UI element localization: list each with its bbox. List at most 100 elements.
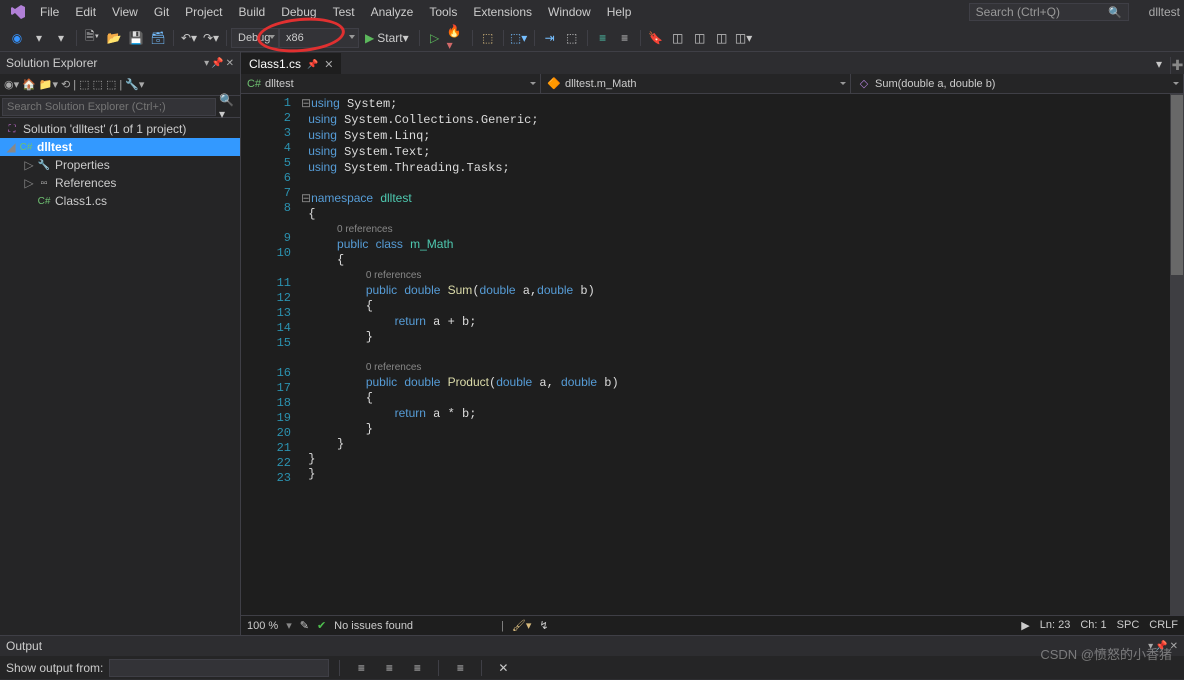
nav-class[interactable]: 🔶dlltest.m_Math <box>541 74 851 93</box>
quick-search[interactable]: Search (Ctrl+Q)🔍 <box>969 3 1129 21</box>
pin-icon[interactable]: 📌 <box>307 59 318 70</box>
bm5-icon[interactable]: ◫▾ <box>734 28 754 48</box>
se-pin-icon[interactable]: 📌 <box>211 58 223 69</box>
save-icon[interactable]: 💾 <box>126 28 146 48</box>
se-wrench-icon[interactable]: 🔧▾ <box>125 78 144 91</box>
platform-combo[interactable]: x86 <box>279 28 359 48</box>
vertical-scrollbar[interactable] <box>1170 94 1184 615</box>
forward-caret[interactable]: ▾ <box>29 28 49 48</box>
op-clear-icon[interactable]: ✕ <box>493 658 513 678</box>
cs-file-icon: C# <box>36 194 52 208</box>
tree-properties[interactable]: ▷🔧Properties <box>0 156 240 174</box>
op-icon1[interactable]: ≡ <box>351 658 371 678</box>
step2-icon[interactable]: ⬚ <box>562 28 582 48</box>
status-spc[interactable]: SPC <box>1117 619 1140 632</box>
indent-icon[interactable]: ≡ <box>593 28 613 48</box>
menu-tools[interactable]: Tools <box>421 2 465 22</box>
menu-analyze[interactable]: Analyze <box>363 2 422 22</box>
op-icon3[interactable]: ≡ <box>407 658 427 678</box>
hot-reload-icon[interactable]: 🔥▾ <box>447 28 467 48</box>
se-search-icon[interactable]: 🔍▾ <box>219 97 239 117</box>
se-dropdown-icon[interactable]: ▾ <box>204 58 209 69</box>
start-debug-button[interactable]: ▶Start ▾ <box>359 28 415 48</box>
close-tab-icon[interactable]: ✕ <box>324 58 333 71</box>
brush-icon[interactable]: ✎ <box>300 619 309 632</box>
step-icon[interactable]: ⇥ <box>540 28 560 48</box>
undo-icon[interactable]: ↶▾ <box>179 28 199 48</box>
play-icon: ▶ <box>365 31 374 45</box>
se-tb-icon[interactable]: ◉▾ <box>4 78 19 91</box>
bookmark-icon[interactable]: 🔖 <box>646 28 666 48</box>
tree-solution[interactable]: ⛶Solution 'dlltest' (1 of 1 project) <box>0 120 240 138</box>
menu-edit[interactable]: Edit <box>67 2 104 22</box>
saveall-icon[interactable]: 🗃 <box>148 28 168 48</box>
se-sync-icon[interactable]: ⟲ <box>61 78 70 91</box>
vs-logo-icon <box>8 2 28 22</box>
caret-icon[interactable]: ↯ <box>539 619 548 632</box>
menu-extensions[interactable]: Extensions <box>465 2 540 22</box>
bm3-icon[interactable]: ◫ <box>690 28 710 48</box>
menu-project[interactable]: Project <box>177 2 230 22</box>
brush2-icon[interactable]: 🖌▾ <box>512 619 532 632</box>
tree-references[interactable]: ▷▫▫References <box>0 174 240 192</box>
open-icon[interactable]: 📂 <box>104 28 124 48</box>
op-icon2[interactable]: ≡ <box>379 658 399 678</box>
wrench-icon: 🔧 <box>36 158 52 172</box>
op-icon4[interactable]: ≡ <box>450 658 470 678</box>
bm4-icon[interactable]: ◫ <box>712 28 732 48</box>
tab-class1[interactable]: Class1.cs📌✕ <box>241 53 341 74</box>
menu-window[interactable]: Window <box>540 2 599 22</box>
search-icon: 🔍 <box>1108 6 1122 19</box>
tool-b-icon[interactable]: ⬚▾ <box>509 28 529 48</box>
menu-file[interactable]: File <box>32 2 67 22</box>
se-tb2-icon[interactable]: 📁▾ <box>39 78 58 91</box>
config-combo[interactable]: Debug <box>231 28 279 48</box>
solution-name: dlltest <box>1149 5 1180 19</box>
output-source-combo[interactable] <box>109 659 329 677</box>
zoom-level[interactable]: 100 % <box>247 620 278 632</box>
bm2-icon[interactable]: ◫ <box>668 28 688 48</box>
issues-text[interactable]: No issues found <box>334 620 413 632</box>
line-gutter: 12345678 910 1112131415 1617181920212223 <box>241 94 301 615</box>
play-nodbg-icon[interactable]: ▷ <box>425 28 445 48</box>
class-icon: 🔶 <box>547 77 561 91</box>
menu-git[interactable]: Git <box>146 2 177 22</box>
nav-member[interactable]: ◇Sum(double a, double b) <box>851 74 1184 93</box>
split-icon[interactable]: ✚ <box>1170 57 1184 74</box>
expand-icon[interactable]: ◢ <box>4 140 18 154</box>
menu-help[interactable]: Help <box>599 2 640 22</box>
status-line: Ln: 23 <box>1040 619 1071 632</box>
se-search-input[interactable] <box>2 98 216 116</box>
tab-menu-icon[interactable]: ▾ <box>1149 54 1169 74</box>
indent2-icon[interactable]: ≡ <box>615 28 635 48</box>
status-eol[interactable]: CRLF <box>1149 619 1178 632</box>
play-small-icon[interactable]: ▶ <box>1021 619 1029 632</box>
se-close-icon[interactable]: ✕ <box>226 58 234 69</box>
csproj-icon: C# <box>18 140 34 154</box>
output-label: Show output from: <box>6 661 103 675</box>
menu-test[interactable]: Test <box>325 2 363 22</box>
add-item-icon[interactable]: 🗎▾ <box>82 28 102 48</box>
expand-icon[interactable]: ▷ <box>22 158 36 172</box>
se-tb4-icon[interactable]: ⬚ <box>93 78 103 91</box>
expand-icon[interactable]: ▷ <box>22 176 36 190</box>
csproj-icon: C# <box>247 77 261 91</box>
output-title: Output <box>6 639 42 653</box>
watermark: CSDN @愤怒的小香猪 <box>1040 644 1172 663</box>
new-caret[interactable]: ▾ <box>51 28 71 48</box>
tree-project[interactable]: ◢C#dlltest <box>0 138 240 156</box>
back-icon[interactable]: ◉ <box>7 28 27 48</box>
menu-build[interactable]: Build <box>231 2 274 22</box>
se-tb3-icon[interactable]: ⬚ <box>79 78 89 91</box>
se-tb5-icon[interactable]: ⬚ <box>106 78 116 91</box>
tree-file-class1[interactable]: C#Class1.cs <box>0 192 240 210</box>
nav-project[interactable]: C#dlltest <box>241 74 541 93</box>
redo-icon[interactable]: ↷▾ <box>201 28 221 48</box>
tool-a-icon[interactable]: ⬚ <box>478 28 498 48</box>
menu-view[interactable]: View <box>104 2 146 22</box>
status-ch: Ch: 1 <box>1080 619 1106 632</box>
code-editor[interactable]: ⊟using System; using System.Collections.… <box>301 94 1184 615</box>
menu-debug[interactable]: Debug <box>273 2 324 22</box>
method-icon: ◇ <box>857 77 871 91</box>
se-home-icon[interactable]: 🏠 <box>22 78 36 91</box>
